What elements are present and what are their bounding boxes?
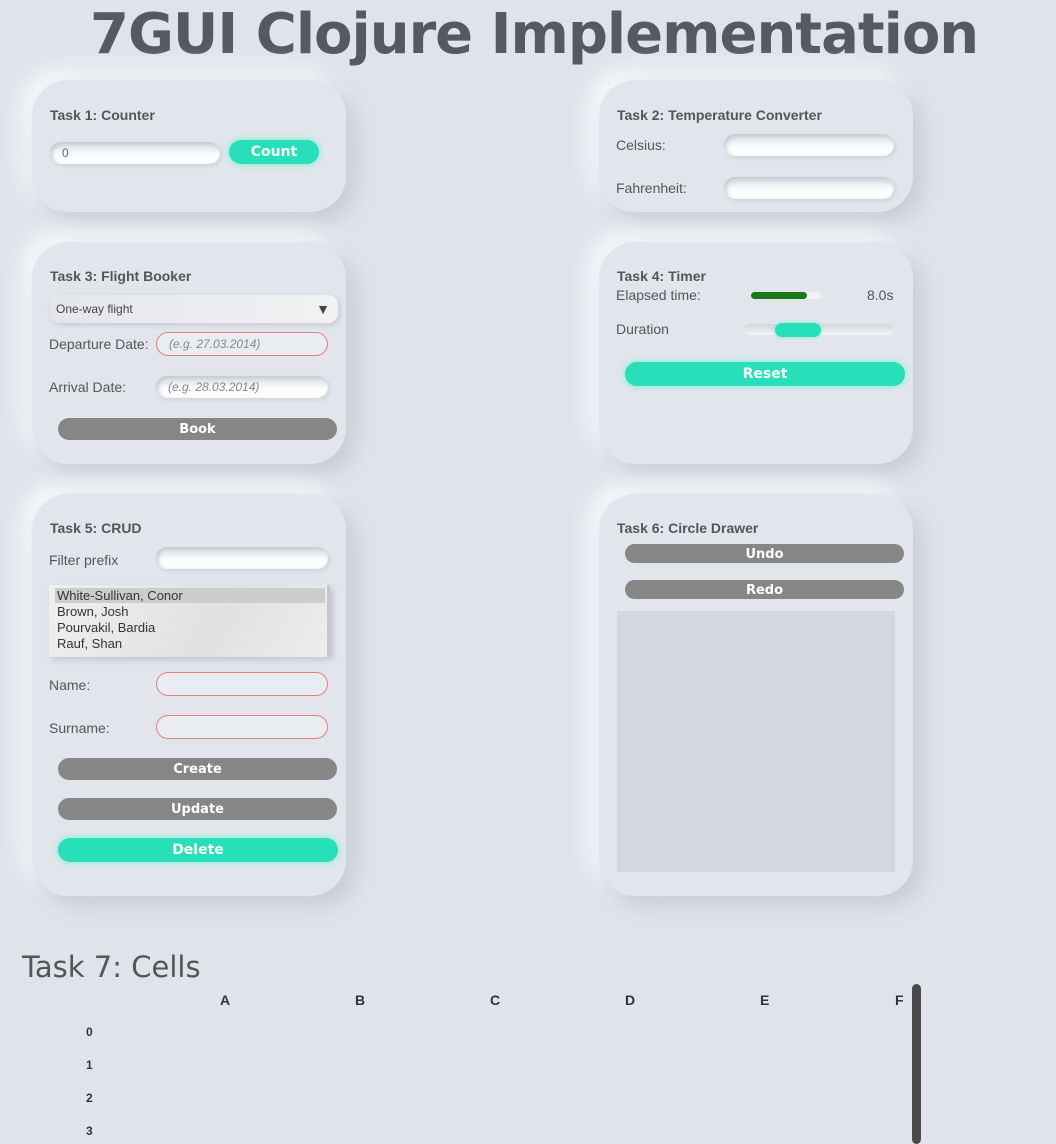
elapsed-time-value: 8.0s (867, 287, 894, 303)
counter-value-field[interactable] (50, 142, 220, 164)
count-button[interactable]: Count (229, 140, 319, 164)
duration-slider-thumb[interactable] (774, 323, 821, 337)
name-label: Name: (49, 677, 91, 693)
list-item[interactable]: Pourvakil, Bardia (57, 620, 155, 635)
row-header-3: 3 (86, 1124, 93, 1138)
filter-prefix-input[interactable] (156, 547, 328, 569)
filter-prefix-label: Filter prefix (49, 552, 119, 568)
duration-slider[interactable] (744, 323, 894, 337)
circle-drawing-canvas[interactable] (617, 611, 895, 872)
row-header-0: 0 (86, 1025, 93, 1039)
column-header-c: C (490, 992, 501, 1008)
temperature-converter-title: Task 2: Temperature Converter (617, 107, 822, 123)
elapsed-progress-bar (751, 292, 821, 299)
surname-input[interactable] (156, 715, 328, 739)
fahrenheit-label: Fahrenheit: (616, 180, 687, 196)
reset-button[interactable]: Reset (625, 362, 905, 386)
timer-title: Task 4: Timer (617, 268, 706, 284)
column-header-f: F (895, 992, 904, 1008)
arrival-date-label: Arrival Date: (49, 379, 127, 395)
book-button[interactable]: Book (58, 418, 337, 440)
cells-title: Task 7: Cells (22, 950, 201, 984)
column-header-e: E (760, 992, 770, 1008)
counter-card: Task 1: Counter Count (32, 80, 346, 212)
fahrenheit-input[interactable] (724, 177, 894, 199)
name-input[interactable] (156, 672, 328, 696)
page-title: 7GUI Clojure Implementation (90, 2, 979, 67)
surname-label: Surname: (49, 720, 110, 736)
row-header-2: 2 (86, 1091, 93, 1105)
flight-booker-card: Task 3: Flight Booker One-way flight ▼ D… (32, 242, 346, 464)
column-header-a: A (220, 992, 231, 1008)
row-header-1: 1 (86, 1058, 93, 1072)
timer-card: Task 4: Timer Elapsed time: 8.0s Duratio… (599, 242, 913, 464)
celsius-input[interactable] (724, 134, 894, 156)
redo-button[interactable]: Redo (625, 580, 904, 599)
undo-button[interactable]: Undo (625, 544, 904, 563)
elapsed-progress-fill (751, 292, 807, 299)
temperature-converter-card: Task 2: Temperature Converter Celsius: F… (599, 80, 913, 212)
flight-type-dropdown[interactable]: One-way flight ▼ (50, 295, 338, 323)
entries-listbox[interactable]: White-Sullivan, Conor Brown, Josh Pourva… (49, 585, 330, 657)
counter-title: Task 1: Counter (50, 107, 155, 123)
flight-type-value: One-way flight (56, 302, 133, 316)
elapsed-time-label: Elapsed time: (616, 287, 701, 303)
crud-title: Task 5: CRUD (50, 520, 142, 536)
crud-card: Task 5: CRUD Filter prefix White-Sulliva… (32, 494, 346, 896)
departure-date-input[interactable] (156, 332, 328, 356)
departure-date-label: Departure Date: (49, 336, 149, 352)
column-header-d: D (625, 992, 636, 1008)
list-item[interactable]: Brown, Josh (57, 604, 129, 619)
celsius-label: Celsius: (616, 137, 666, 153)
column-header-b: B (355, 992, 366, 1008)
flight-type-select[interactable]: One-way flight ▼ (50, 242, 340, 342)
circle-drawer-title: Task 6: Circle Drawer (617, 520, 759, 536)
create-button[interactable]: Create (58, 758, 337, 780)
list-item-selected[interactable]: White-Sullivan, Conor (55, 588, 325, 603)
circle-drawer-card: Task 6: Circle Drawer Undo Redo (599, 494, 913, 896)
update-button[interactable]: Update (58, 798, 337, 820)
arrival-date-input[interactable] (156, 376, 328, 398)
chevron-down-icon: ▼ (316, 301, 330, 317)
cells-scrollbar[interactable] (912, 984, 921, 1144)
duration-label: Duration (616, 321, 669, 337)
list-item[interactable]: Rauf, Shan (57, 636, 122, 651)
delete-button[interactable]: Delete (58, 838, 338, 862)
